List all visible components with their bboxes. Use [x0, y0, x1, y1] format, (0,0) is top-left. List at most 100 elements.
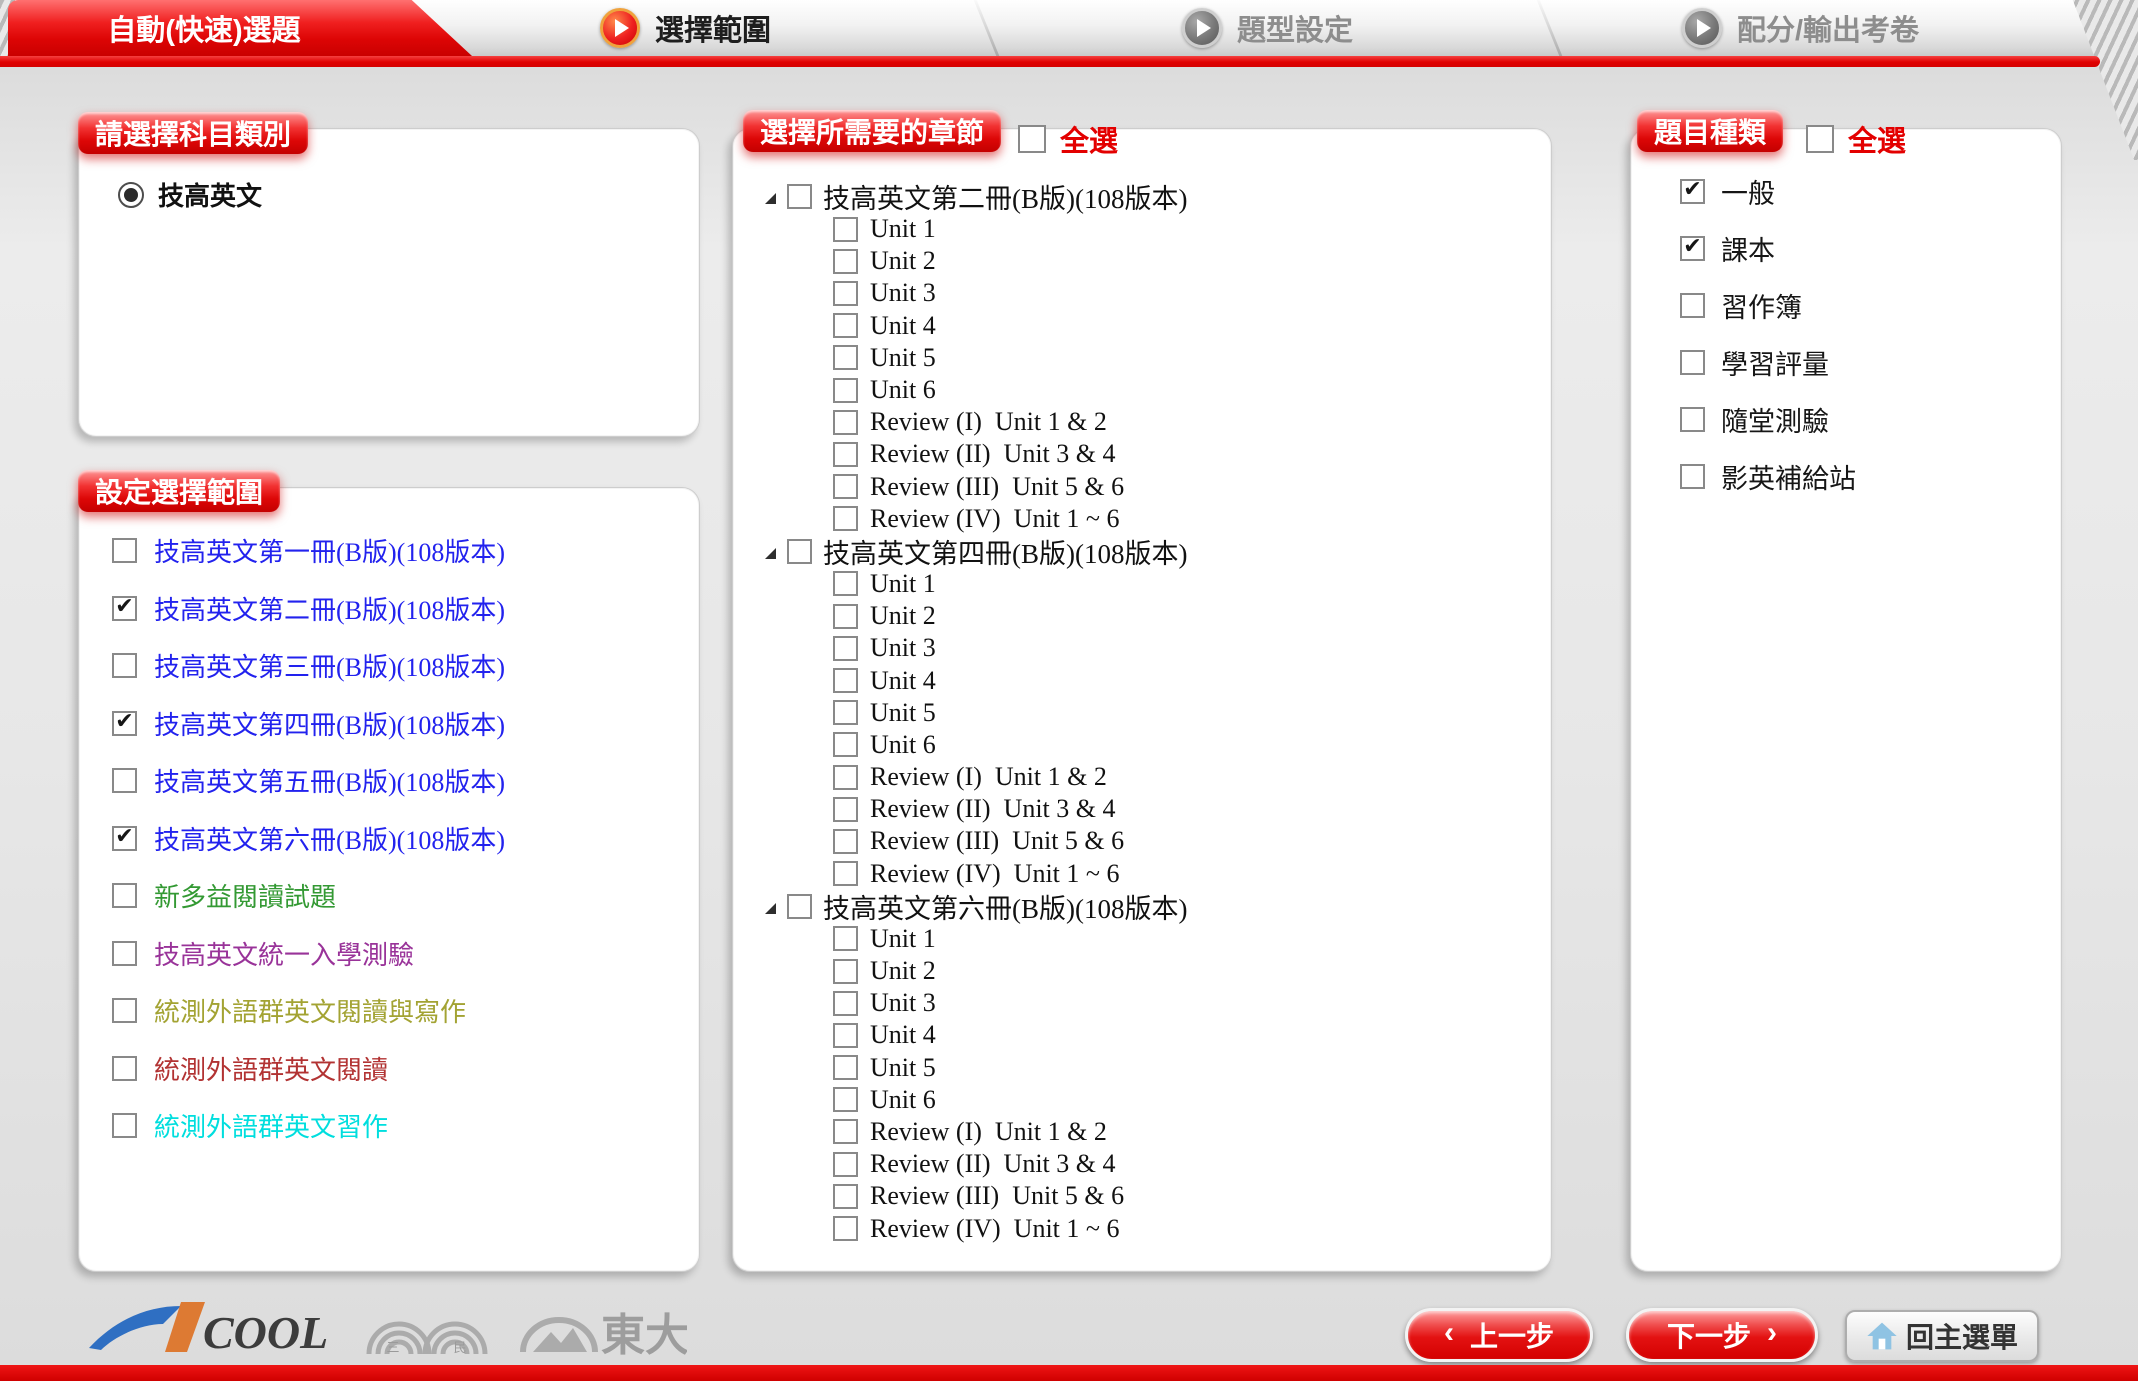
tree-chapter-checkbox[interactable]: [833, 861, 858, 886]
chapters-select-all-label[interactable]: 全選: [1060, 118, 1118, 160]
tree-expand-icon[interactable]: [765, 901, 776, 912]
tree-chapter-checkbox[interactable]: [833, 765, 858, 790]
type-item-checkbox[interactable]: [1680, 350, 1705, 375]
tree-chapter-row[interactable]: Unit 4: [833, 310, 1187, 342]
tree-chapter-row[interactable]: Unit 1: [833, 923, 1187, 955]
tree-chapter-label[interactable]: Review (IV) Unit 1 ~ 6: [870, 859, 1119, 889]
tree-chapter-label[interactable]: Unit 5: [870, 1053, 936, 1083]
tree-chapter-row[interactable]: Review (II) Unit 3 & 4: [833, 793, 1187, 825]
range-item-label[interactable]: 統測外語群英文習作: [154, 1107, 388, 1144]
types-select-all-label[interactable]: 全選: [1848, 118, 1906, 160]
tab-auto-quick-select[interactable]: 自動(快速)選題: [8, 0, 472, 56]
tree-chapter-label[interactable]: Review (I) Unit 1 & 2: [870, 407, 1107, 437]
tree-expand-icon[interactable]: [765, 546, 776, 557]
tree-chapter-row[interactable]: Review (II) Unit 3 & 4: [833, 1148, 1187, 1180]
tree-chapter-row[interactable]: Review (IV) Unit 1 ~ 6: [833, 1212, 1187, 1244]
type-item-row[interactable]: 課本: [1680, 220, 1856, 277]
tree-chapter-checkbox[interactable]: [833, 732, 858, 757]
range-item-row[interactable]: 技高英文第一冊(B版)(108版本): [112, 522, 505, 580]
tree-chapter-label[interactable]: Review (II) Unit 3 & 4: [870, 794, 1116, 824]
tree-chapter-checkbox[interactable]: [833, 1087, 858, 1112]
tree-chapter-checkbox[interactable]: [833, 345, 858, 370]
range-item-checkbox[interactable]: [112, 1056, 137, 1081]
type-item-checkbox[interactable]: [1680, 293, 1705, 318]
type-item-row[interactable]: 一般: [1680, 163, 1856, 220]
type-item-label[interactable]: 影英補給站: [1721, 457, 1856, 496]
tab-select-range[interactable]: 選擇範圍: [600, 0, 771, 56]
tree-chapter-label[interactable]: Review (IV) Unit 1 ~ 6: [870, 504, 1119, 534]
tree-chapter-row[interactable]: Unit 5: [833, 1052, 1187, 1084]
tree-chapter-label[interactable]: Unit 1: [870, 569, 936, 599]
range-item-row[interactable]: 技高英文第三冊(B版)(108版本): [112, 637, 505, 695]
type-item-label[interactable]: 一般: [1721, 172, 1775, 211]
tree-chapter-label[interactable]: Unit 5: [870, 698, 936, 728]
range-item-checkbox[interactable]: [112, 998, 137, 1023]
range-item-label[interactable]: 技高英文第二冊(B版)(108版本): [154, 590, 505, 627]
range-item-label[interactable]: 統測外語群英文閱讀與寫作: [154, 992, 466, 1029]
tree-chapter-checkbox[interactable]: [833, 474, 858, 499]
range-item-label[interactable]: 技高英文第五冊(B版)(108版本): [154, 762, 505, 799]
tree-chapter-label[interactable]: Review (II) Unit 3 & 4: [870, 439, 1116, 469]
range-item-checkbox[interactable]: [112, 538, 137, 563]
tree-chapter-checkbox[interactable]: [833, 313, 858, 338]
range-item-row[interactable]: 統測外語群英文閱讀: [112, 1040, 505, 1098]
tree-chapter-checkbox[interactable]: [833, 1119, 858, 1144]
tree-book-checkbox[interactable]: [787, 184, 812, 209]
next-step-button[interactable]: 下一步: [1626, 1308, 1818, 1362]
range-item-label[interactable]: 技高英文第三冊(B版)(108版本): [154, 647, 505, 684]
range-item-row[interactable]: 新多益閱讀試題: [112, 867, 505, 925]
tree-chapter-label[interactable]: Unit 1: [870, 214, 936, 244]
tree-chapter-label[interactable]: Unit 2: [870, 601, 936, 631]
tree-chapter-checkbox[interactable]: [833, 604, 858, 629]
tree-chapter-label[interactable]: Review (IV) Unit 1 ~ 6: [870, 1214, 1119, 1244]
type-item-row[interactable]: 影英補給站: [1680, 448, 1856, 505]
tree-chapter-checkbox[interactable]: [833, 1184, 858, 1209]
tree-chapter-row[interactable]: Unit 3: [833, 277, 1187, 309]
tree-chapter-row[interactable]: Unit 5: [833, 697, 1187, 729]
tree-chapter-label[interactable]: Unit 4: [870, 666, 936, 696]
type-item-row[interactable]: 習作簿: [1680, 277, 1856, 334]
tree-chapter-row[interactable]: Unit 2: [833, 245, 1187, 277]
type-item-label[interactable]: 隨堂測驗: [1721, 400, 1829, 439]
chapters-select-all[interactable]: 全選: [1018, 118, 1118, 160]
range-item-label[interactable]: 新多益閱讀試題: [154, 877, 336, 914]
tree-chapter-row[interactable]: Review (I) Unit 1 & 2: [833, 761, 1187, 793]
type-item-label[interactable]: 習作簿: [1721, 286, 1802, 325]
tree-chapter-checkbox[interactable]: [833, 829, 858, 854]
previous-step-button[interactable]: 上一步: [1405, 1308, 1593, 1362]
tree-chapter-row[interactable]: Unit 6: [833, 374, 1187, 406]
tree-chapter-checkbox[interactable]: [833, 959, 858, 984]
tree-chapter-label[interactable]: Unit 4: [870, 311, 936, 341]
tree-book-label[interactable]: 技高英文第四冊(B版)(108版本): [823, 532, 1187, 571]
tree-chapter-label[interactable]: Unit 6: [870, 1085, 936, 1115]
range-item-row[interactable]: 技高英文第四冊(B版)(108版本): [112, 695, 505, 753]
tree-chapter-checkbox[interactable]: [833, 926, 858, 951]
subject-option[interactable]: 技高英文: [118, 176, 262, 213]
tree-chapter-label[interactable]: Unit 6: [870, 730, 936, 760]
tree-chapter-row[interactable]: Unit 1: [833, 213, 1187, 245]
tree-chapter-row[interactable]: Unit 4: [833, 1019, 1187, 1051]
types-select-all-checkbox[interactable]: [1806, 125, 1834, 153]
tree-chapter-row[interactable]: Unit 3: [833, 632, 1187, 664]
type-item-label[interactable]: 課本: [1721, 229, 1775, 268]
tree-chapter-label[interactable]: Review (I) Unit 1 & 2: [870, 1117, 1107, 1147]
tree-chapter-row[interactable]: Unit 1: [833, 568, 1187, 600]
tab-scoring-output[interactable]: 配分/輸出考卷: [1682, 0, 1919, 56]
tree-chapter-checkbox[interactable]: [833, 1023, 858, 1048]
tree-chapter-label[interactable]: Unit 3: [870, 988, 936, 1018]
tree-chapter-label[interactable]: Unit 3: [870, 278, 936, 308]
range-item-checkbox[interactable]: [112, 826, 137, 851]
tree-chapter-row[interactable]: Unit 2: [833, 600, 1187, 632]
tree-chapter-row[interactable]: Unit 3: [833, 987, 1187, 1019]
tree-chapter-checkbox[interactable]: [833, 991, 858, 1016]
tree-chapter-label[interactable]: Review (II) Unit 3 & 4: [870, 1149, 1116, 1179]
tree-chapter-row[interactable]: Review (IV) Unit 1 ~ 6: [833, 858, 1187, 890]
tree-chapter-row[interactable]: Review (III) Unit 5 & 6: [833, 471, 1187, 503]
tree-chapter-row[interactable]: Review (I) Unit 1 & 2: [833, 1116, 1187, 1148]
range-item-checkbox[interactable]: [112, 596, 137, 621]
range-item-label[interactable]: 技高英文統一入學測驗: [154, 935, 414, 972]
tree-chapter-checkbox[interactable]: [833, 281, 858, 306]
tree-chapter-row[interactable]: Review (IV) Unit 1 ~ 6: [833, 503, 1187, 535]
range-item-label[interactable]: 技高英文第一冊(B版)(108版本): [154, 532, 505, 569]
tree-chapter-row[interactable]: Unit 4: [833, 664, 1187, 696]
